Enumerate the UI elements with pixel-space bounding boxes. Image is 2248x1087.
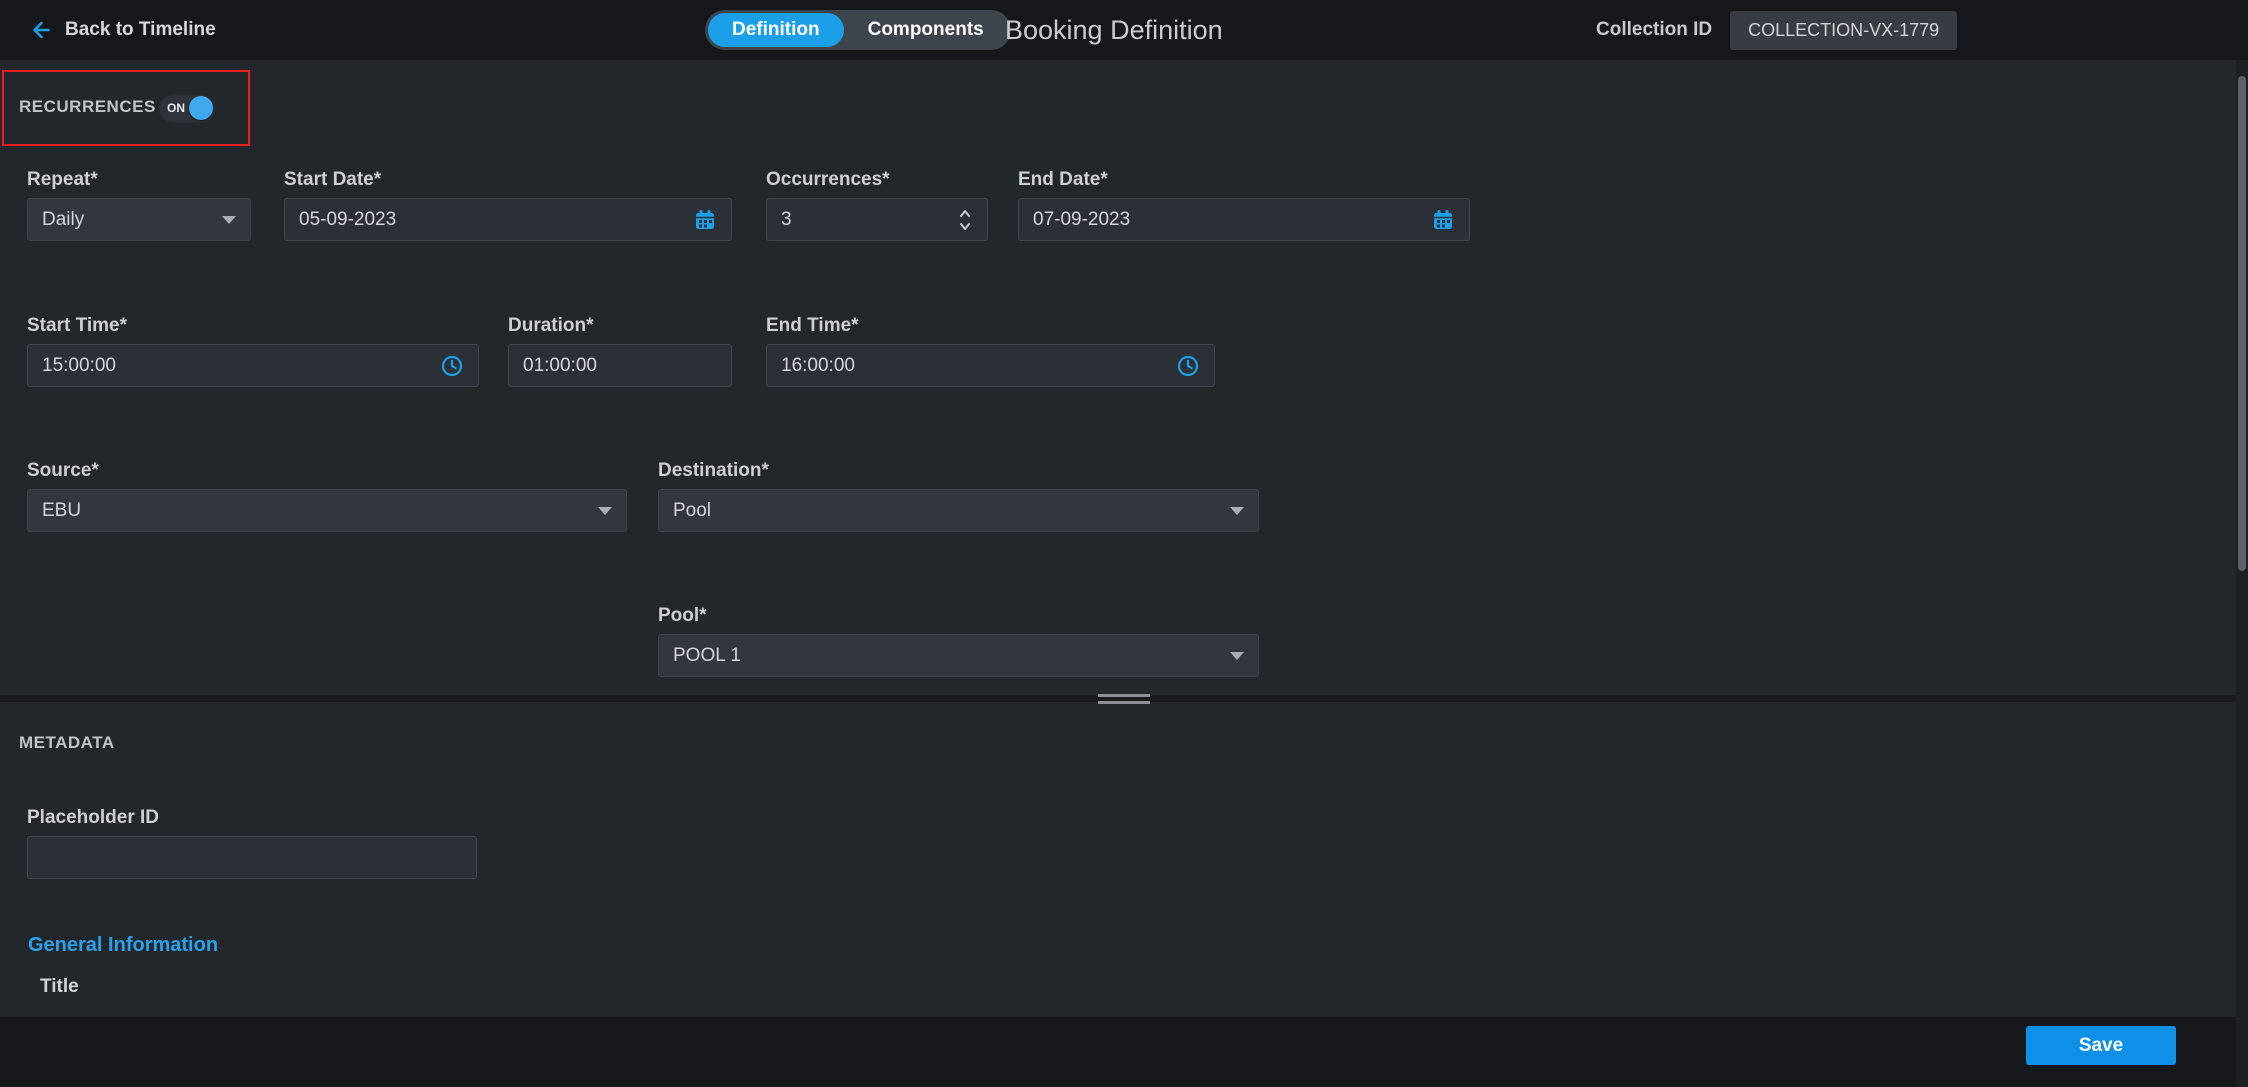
source-value: EBU — [42, 500, 598, 522]
duration-label: Duration* — [508, 312, 732, 339]
scrollbar-thumb[interactable] — [2238, 76, 2246, 571]
start-time-control — [27, 344, 479, 387]
source-label: Source* — [27, 457, 627, 484]
chevron-down-icon — [1230, 507, 1244, 515]
source-field: Source* EBU — [27, 457, 627, 532]
destination-value: Pool — [673, 500, 1230, 522]
toggle-knob — [189, 96, 213, 120]
back-to-timeline-button[interactable]: Back to Timeline — [30, 0, 216, 60]
drag-handle-icon[interactable] — [1098, 694, 1150, 704]
calendar-icon[interactable] — [1431, 208, 1455, 232]
recurrences-toggle[interactable]: ON — [158, 93, 216, 123]
repeat-value: Daily — [42, 209, 222, 231]
pool-field: Pool* POOL 1 — [658, 602, 1259, 677]
clock-icon[interactable] — [1176, 354, 1200, 378]
top-bar: Back to Timeline Definition Components B… — [0, 0, 2248, 60]
end-time-label: End Time* — [766, 312, 1215, 339]
chevron-down-icon — [222, 216, 236, 224]
recurrences-section-label: RECURRENCES — [19, 97, 156, 117]
destination-label: Destination* — [658, 457, 1259, 484]
repeat-field: Repeat* Daily — [27, 166, 251, 241]
occurrences-input[interactable] — [781, 209, 957, 231]
start-time-input[interactable] — [42, 355, 440, 377]
placeholder-id-label: Placeholder ID — [27, 804, 477, 831]
metadata-section-label: METADATA — [19, 733, 115, 753]
pool-select[interactable]: POOL 1 — [658, 634, 1259, 677]
tab-components[interactable]: Components — [844, 13, 1008, 47]
save-button[interactable]: Save — [2026, 1026, 2176, 1065]
start-date-label: Start Date* — [284, 166, 732, 193]
collection-id-group: Collection ID COLLECTION-VX-1779 — [1596, 0, 1957, 60]
duration-control — [508, 344, 732, 387]
end-date-label: End Date* — [1018, 166, 1470, 193]
back-arrow-icon — [30, 19, 52, 41]
calendar-icon[interactable] — [693, 208, 717, 232]
end-time-field: End Time* — [766, 312, 1215, 387]
collection-id-value: COLLECTION-VX-1779 — [1730, 11, 1957, 50]
start-date-control — [284, 198, 732, 241]
occurrences-field: Occurrences* — [766, 166, 988, 241]
chevron-down-icon — [598, 507, 612, 515]
general-information-heading: General Information — [28, 934, 218, 957]
repeat-select[interactable]: Daily — [27, 198, 251, 241]
end-time-input[interactable] — [781, 355, 1176, 377]
duration-field: Duration* — [508, 312, 732, 387]
title-field-label: Title — [40, 976, 79, 998]
end-time-control — [766, 344, 1215, 387]
back-to-timeline-label: Back to Timeline — [65, 19, 216, 41]
duration-input[interactable] — [523, 355, 717, 377]
placeholder-id-control — [27, 836, 477, 879]
clock-icon[interactable] — [440, 354, 464, 378]
pool-value: POOL 1 — [673, 645, 1230, 667]
occurrences-control — [766, 198, 988, 241]
pool-label: Pool* — [658, 602, 1259, 629]
tab-definition[interactable]: Definition — [708, 13, 844, 47]
start-date-input[interactable] — [299, 209, 693, 231]
chevron-down-icon — [1230, 652, 1244, 660]
view-mode-tabs: Definition Components — [705, 10, 1011, 50]
bottom-action-bar — [0, 1017, 2248, 1087]
start-date-field: Start Date* — [284, 166, 732, 241]
repeat-label: Repeat* — [27, 166, 251, 193]
vertical-scrollbar[interactable] — [2236, 60, 2248, 1087]
destination-select[interactable]: Pool — [658, 489, 1259, 532]
placeholder-id-field: Placeholder ID — [27, 804, 477, 879]
booking-definition-page: Back to Timeline Definition Components B… — [0, 0, 2248, 1087]
start-time-field: Start Time* — [27, 312, 479, 387]
end-date-field: End Date* — [1018, 166, 1470, 241]
placeholder-id-input[interactable] — [42, 847, 462, 869]
chevron-up-down-icon[interactable] — [957, 206, 973, 234]
end-date-control — [1018, 198, 1470, 241]
collection-id-label: Collection ID — [1596, 19, 1712, 41]
start-time-label: Start Time* — [27, 312, 479, 339]
end-date-input[interactable] — [1033, 209, 1431, 231]
occurrences-label: Occurrences* — [766, 166, 988, 193]
page-title: Booking Definition — [1005, 0, 1223, 60]
recurrences-toggle-state: ON — [167, 93, 185, 123]
source-select[interactable]: EBU — [27, 489, 627, 532]
destination-field: Destination* Pool — [658, 457, 1259, 532]
